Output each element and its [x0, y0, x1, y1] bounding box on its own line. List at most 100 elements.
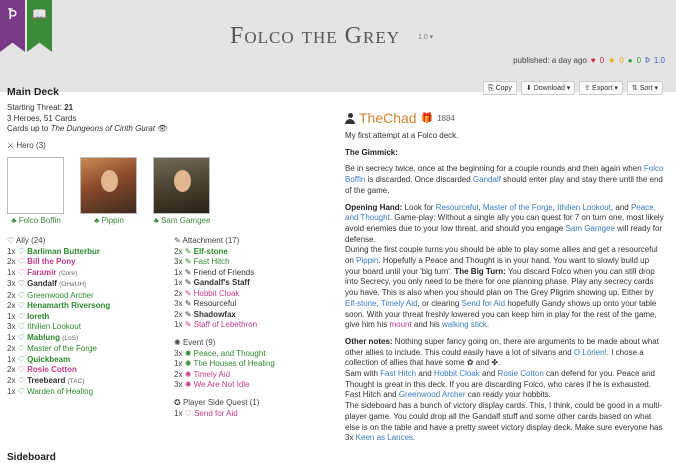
- card-name[interactable]: Elf-stone: [194, 247, 228, 256]
- description-paragraph: Opening Hand: Look for Resourceful, Mast…: [345, 203, 665, 246]
- comment-icon[interactable]: ●: [628, 56, 633, 65]
- sphere-icon: ✎: [184, 288, 192, 298]
- card-link[interactable]: O Lórien!: [574, 348, 607, 357]
- card-link[interactable]: Hobbit Cloak: [434, 369, 480, 378]
- card-link[interactable]: Greenwood Archer: [399, 390, 466, 399]
- sort-button[interactable]: ⇅ Sort ▾: [626, 81, 663, 95]
- text: and his: [411, 320, 442, 330]
- author-name[interactable]: TheChad: [359, 110, 417, 126]
- card-link[interactable]: walking stick: [442, 320, 487, 329]
- gift-icon: 🎁: [420, 112, 434, 124]
- card-link[interactable]: Timely Aid: [381, 299, 418, 308]
- card-link[interactable]: Master of the Forge: [483, 203, 553, 212]
- card-link[interactable]: Fast Hitch: [380, 369, 416, 378]
- card-name[interactable]: Mablung: [27, 333, 60, 342]
- eye-icon[interactable]: 👁: [157, 124, 167, 133]
- sphere-icon: ♡: [17, 344, 25, 353]
- card-name[interactable]: Resourceful: [194, 299, 237, 308]
- card-name[interactable]: Warden of Healing: [27, 387, 93, 396]
- card-link[interactable]: Elf-stone: [345, 299, 377, 308]
- hero-name[interactable]: Sam Gamgee: [161, 216, 210, 225]
- card-name[interactable]: Gandalf: [27, 279, 57, 288]
- card-qty: 1x: [7, 267, 16, 277]
- card-name[interactable]: Friend of Friends: [194, 268, 254, 277]
- card-name[interactable]: Gandalf's Staff: [194, 278, 250, 287]
- card-name[interactable]: Hobbit Cloak: [194, 289, 240, 298]
- hero-image-folco[interactable]: [7, 156, 64, 214]
- card-name[interactable]: Timely Aid: [193, 370, 230, 379]
- card-row: 2x ♡ Treebeard (TAC): [7, 376, 174, 388]
- sphere-icon: ✺: [184, 359, 192, 368]
- hero-card-sam[interactable]: ♣ Sam Gamgee: [153, 156, 211, 226]
- description-paragraph: The sideboard has a bunch of victory dis…: [345, 401, 665, 444]
- text: Sam with: [345, 369, 381, 379]
- card-name[interactable]: Staff of Lebethron: [194, 320, 257, 329]
- card-name[interactable]: We Are Not Idle: [194, 380, 250, 389]
- copy-button[interactable]: ⎘ Copy: [483, 81, 517, 95]
- card-row: 1x ♡ Quickbeam: [7, 355, 174, 366]
- card-name[interactable]: Faramir: [27, 268, 56, 277]
- card-name[interactable]: Treebeard: [27, 376, 65, 385]
- ally-heading: ♡ Ally (24): [7, 236, 174, 245]
- star-icon[interactable]: ★: [608, 56, 615, 65]
- card-set: (LoS): [62, 334, 79, 342]
- export-button[interactable]: ⇪ Export ▾: [579, 81, 623, 95]
- hero-image-pippin[interactable]: [80, 156, 137, 214]
- card-link[interactable]: Sam Gamgee: [566, 224, 615, 233]
- card-name[interactable]: Ithilien Lookout: [27, 322, 81, 331]
- sphere-icon: ♡: [17, 365, 25, 374]
- version-icon: Ꝥ: [645, 56, 650, 65]
- card-link[interactable]: Pippin: [356, 256, 378, 265]
- main-deck-panel: Main Deck Starting Threat: 21 3 Heroes, …: [7, 86, 335, 419]
- card-name[interactable]: Ioreth: [27, 312, 49, 321]
- card-name[interactable]: Master of the Forge: [27, 344, 97, 353]
- card-link[interactable]: Resourceful: [436, 203, 479, 212]
- card-link[interactable]: Rosie Cotton: [498, 369, 544, 378]
- description-paragraph: Be in secrecy twice, once at the beginni…: [345, 164, 665, 196]
- download-button[interactable]: ⬇ Download ▾: [520, 81, 576, 95]
- text: .: [486, 320, 490, 330]
- attachment-icon: ✎: [174, 235, 181, 245]
- card-name[interactable]: Quickbeam: [27, 355, 70, 364]
- card-name[interactable]: Rosie Cotton: [27, 365, 77, 374]
- version-badge: 1.0: [653, 56, 665, 65]
- heart-icon[interactable]: ♥: [591, 56, 596, 65]
- sigil-icon: Ꝥ: [7, 5, 18, 23]
- card-row: 1x ♡ Mablung (LoS): [7, 333, 174, 345]
- card-name[interactable]: Greenwood Archer: [27, 291, 94, 300]
- card-link[interactable]: Keen as Lances: [356, 433, 413, 442]
- card-link[interactable]: mount: [389, 320, 411, 329]
- card-row: 2x ✎ Elf-stone: [174, 247, 334, 258]
- card-row: 3x ✎ Fast Hitch: [174, 257, 334, 268]
- hero-card-folco[interactable]: ♣ Folco Boffin: [7, 156, 65, 226]
- site-logo-green[interactable]: 📖: [27, 0, 52, 52]
- card-name[interactable]: The Houses of Healing: [193, 359, 274, 368]
- copy-label: Copy: [495, 85, 512, 92]
- card-name[interactable]: Peace, and Thought: [194, 349, 266, 358]
- hero-name[interactable]: Folco Boffin: [19, 216, 61, 225]
- version-dropdown[interactable]: 1.0 ▾: [418, 33, 433, 41]
- sphere-icon: ♡: [17, 257, 25, 266]
- deck-title: Folco the Grey: [230, 23, 401, 49]
- card-name[interactable]: Fast Hitch: [194, 257, 230, 266]
- card-set: (OHaUH): [59, 281, 87, 288]
- sphere-icon: ✎: [184, 309, 192, 319]
- hero-card-pippin[interactable]: ♣ Pippin: [80, 156, 138, 226]
- card-link[interactable]: Send for Aid: [462, 299, 506, 308]
- card-name[interactable]: Bill the Pony: [27, 257, 75, 266]
- card-link[interactable]: Ithilien Lookout: [557, 203, 611, 212]
- card-name[interactable]: Shadowfax: [194, 310, 236, 319]
- card-qty: 2x: [174, 246, 183, 256]
- card-name[interactable]: Henamarth Riversong: [27, 301, 110, 310]
- card-row: 1x ✺ The Houses of Healing: [174, 359, 334, 370]
- card-link[interactable]: Gandalf: [473, 175, 501, 184]
- hero-image-sam[interactable]: [153, 156, 210, 214]
- deck-toolbar: ⎘ Copy ⬇ Download ▾ ⇪ Export ▾ ⇅ Sort ▾: [483, 81, 663, 95]
- hero-list: ♣ Folco Boffin ♣ Pippin ♣ Sam Gamgee: [7, 156, 335, 226]
- card-name[interactable]: Send for Aid: [194, 409, 238, 418]
- export-label: Export ▾: [592, 85, 618, 92]
- hero-name[interactable]: Pippin: [102, 216, 124, 225]
- card-name[interactable]: Barliman Butterbur: [27, 247, 100, 256]
- site-logo-purple[interactable]: Ꝥ: [0, 0, 25, 52]
